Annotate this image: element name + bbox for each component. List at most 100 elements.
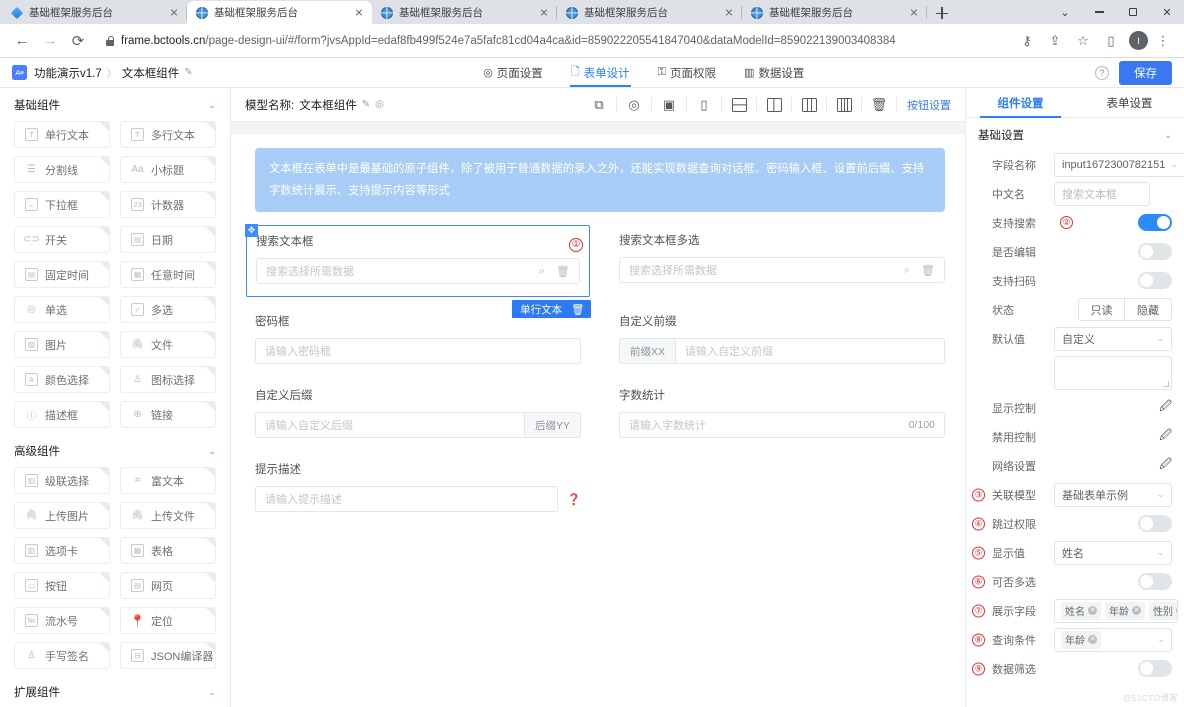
chevron-down-icon[interactable]: ⌄	[1164, 130, 1172, 141]
edit-pencil-icon[interactable]: ✎	[184, 67, 192, 78]
palette-item-upload-image[interactable]: 🖇上传图片	[14, 502, 110, 529]
forward-icon[interactable]: →	[36, 27, 64, 55]
tab-form-design[interactable]: 🗋 表单设计	[570, 58, 631, 87]
maximize-button[interactable]	[1116, 0, 1150, 24]
form-field-search-textbox[interactable]: ✥ ① 搜索文本框 搜索选择所需数据 ⌕ 🗑 单行文本 🗑	[246, 225, 590, 297]
url-input[interactable]: frame.bctools.cn/page-design-ui/#/form?j…	[96, 29, 1014, 53]
tab-form-settings[interactable]: 表单设置	[1075, 88, 1184, 117]
edit-square-icon[interactable]: 🖉	[1159, 397, 1172, 418]
settings-icon[interactable]: ◎	[375, 99, 384, 110]
browser-tab[interactable]: 基础框架服务后台	[372, 1, 557, 24]
palette-item-rich-text[interactable]: ⌗富文本	[120, 467, 216, 494]
help-icon[interactable]: ?	[1095, 66, 1109, 80]
browser-tab[interactable]: 基础框架服务后台	[742, 1, 927, 24]
close-icon[interactable]	[352, 6, 366, 20]
palette-item-checkbox[interactable]: ✓多选	[120, 296, 216, 323]
palette-item-table[interactable]: ▦表格	[120, 537, 216, 564]
close-icon[interactable]	[167, 6, 181, 20]
browser-tab[interactable]: 基础框架服务后台	[2, 1, 187, 24]
close-icon[interactable]	[537, 6, 551, 20]
edit-square-icon[interactable]: 🖉	[1159, 426, 1172, 447]
breadcrumb-page[interactable]: 文本框组件	[122, 65, 180, 81]
palette-item-link[interactable]: ⊕链接	[120, 401, 216, 428]
suffix-input-group[interactable]: 请输入自定义后缀 后缀YY	[255, 412, 581, 438]
palette-group-header-extension[interactable]: 扩展组件 ⌄	[0, 675, 230, 705]
key-icon[interactable]: ⚷	[1014, 28, 1040, 54]
edit-pencil-icon[interactable]: ✎	[362, 99, 370, 110]
editable-toggle[interactable]	[1138, 243, 1172, 260]
remove-tag-icon[interactable]: ✕	[1176, 606, 1178, 615]
preview-eye-icon[interactable]: ◎	[617, 94, 651, 116]
copy-icon[interactable]: ⧉	[582, 94, 616, 116]
suffix-input[interactable]: 请输入自定义后缀	[255, 412, 525, 438]
support-scan-toggle[interactable]	[1138, 272, 1172, 289]
four-column-layout-icon[interactable]	[827, 94, 861, 116]
trash-icon[interactable]: 🗑	[556, 265, 570, 278]
palette-item-any-time[interactable]: ▦任意时间	[120, 261, 216, 288]
palette-item-file[interactable]: 🖇文件	[120, 331, 216, 358]
palette-item-date[interactable]: ▤日期	[120, 226, 216, 253]
palette-item-subtitle[interactable]: Aa小标题	[120, 156, 216, 183]
palette-item-description[interactable]: ⓘ描述框	[14, 401, 110, 428]
two-row-layout-icon[interactable]	[722, 94, 756, 116]
prefix-input-group[interactable]: 前缀XX 请输入自定义前缀	[619, 338, 945, 364]
browser-tab[interactable]: 基础框架服务后台	[557, 1, 742, 24]
palette-item-icon-picker[interactable]: ♙图标选择	[120, 366, 216, 393]
palette-item-dropdown[interactable]: ⌄下拉框	[14, 191, 110, 218]
minimize-button[interactable]	[1082, 0, 1116, 24]
drag-handle[interactable]: ✥	[245, 224, 258, 237]
display-value-select[interactable]: 姓名 ⌄	[1054, 541, 1172, 565]
palette-item-image[interactable]: ▨图片	[14, 331, 110, 358]
tag-item[interactable]: 年龄✕	[1105, 602, 1145, 620]
palette-item-radio[interactable]: ◎单选	[14, 296, 110, 323]
share-icon[interactable]: ⇪	[1042, 28, 1068, 54]
state-readonly-button[interactable]: 只读	[1078, 298, 1125, 321]
chevron-down-icon[interactable]: ⌄	[208, 446, 216, 457]
default-value-textarea[interactable]	[1054, 356, 1172, 390]
chevron-down-icon[interactable]: ⌄	[208, 100, 216, 111]
palette-item-multi-line-text[interactable]: T多行文本	[120, 121, 216, 148]
chinese-name-input[interactable]: 搜索文本框	[1054, 182, 1150, 206]
remove-tag-icon[interactable]: ✕	[1132, 606, 1141, 615]
breadcrumb-app[interactable]: 功能演示v1.7	[34, 65, 102, 81]
form-field-custom-prefix[interactable]: 自定义前缀 前缀XX 请输入自定义前缀	[619, 313, 945, 364]
canvas-scroll[interactable]: 文本框在表单中是最基础的原子组件，除了被用于普通数据的录入之外，还能实现数据查询…	[231, 122, 965, 707]
search-icon[interactable]: ⌕	[904, 264, 910, 277]
palette-item-counter[interactable]: 23计数器	[120, 191, 216, 218]
save-button[interactable]: 保存	[1119, 61, 1172, 85]
palette-item-json-editor[interactable]: ⊟JSON编译器	[120, 642, 216, 669]
palette-item-tabs[interactable]: ▥选项卡	[14, 537, 110, 564]
palette-item-button[interactable]: ▭按钮	[14, 572, 110, 599]
mobile-view-icon[interactable]: ▯	[687, 94, 721, 116]
display-fields-select[interactable]: 姓名✕ 年龄✕ 性别✕ ⌄	[1054, 599, 1178, 623]
form-field-custom-suffix[interactable]: 自定义后缀 请输入自定义后缀 后缀YY	[255, 387, 581, 438]
tab-page-settings[interactable]: ◎ 页面设置	[482, 58, 544, 87]
help-icon[interactable]: ❓	[567, 493, 581, 506]
trash-icon[interactable]: 🗑	[862, 94, 896, 116]
section-header-basic-settings[interactable]: 基础设置 ⌄	[966, 118, 1184, 150]
reload-icon[interactable]: ⟳	[64, 27, 92, 55]
palette-item-location[interactable]: 📍定位	[120, 607, 216, 634]
tab-data-settings[interactable]: ▥ 数据设置	[743, 58, 805, 87]
tab-component-settings[interactable]: 组件设置	[966, 88, 1075, 117]
chevron-down-icon[interactable]: ⌄	[208, 687, 216, 698]
chevron-down-icon[interactable]: ⌄	[1048, 0, 1082, 24]
tab-page-permission[interactable]: ⚿ 页面权限	[657, 58, 717, 87]
tag-item[interactable]: 年龄✕	[1061, 631, 1101, 649]
palette-group-header-basic[interactable]: 基础组件 ⌄	[0, 88, 230, 118]
form-field-password[interactable]: 密码框 请输入密码框	[255, 313, 581, 364]
skip-permission-toggle[interactable]	[1138, 515, 1172, 532]
trash-icon[interactable]: 🗑	[921, 264, 935, 277]
query-condition-select[interactable]: 年龄✕ ⌄	[1054, 628, 1172, 652]
two-column-layout-icon[interactable]	[757, 94, 791, 116]
browser-tab[interactable]: 基础框架服务后台	[187, 1, 372, 24]
tag-item[interactable]: 姓名✕	[1061, 602, 1101, 620]
data-filter-toggle[interactable]	[1138, 660, 1172, 677]
form-field-char-counter[interactable]: 字数统计 请输入字数统计 0/100	[619, 387, 945, 438]
password-input[interactable]: 请输入密码框	[255, 338, 581, 364]
palette-item-switch[interactable]: ⊂⊃开关	[14, 226, 110, 253]
close-icon[interactable]	[907, 6, 921, 20]
tip-input[interactable]: 请输入提示描述	[255, 486, 558, 512]
button-settings-link[interactable]: 按钮设置	[897, 97, 951, 113]
more-menu-icon[interactable]: ⋮	[1150, 28, 1176, 54]
